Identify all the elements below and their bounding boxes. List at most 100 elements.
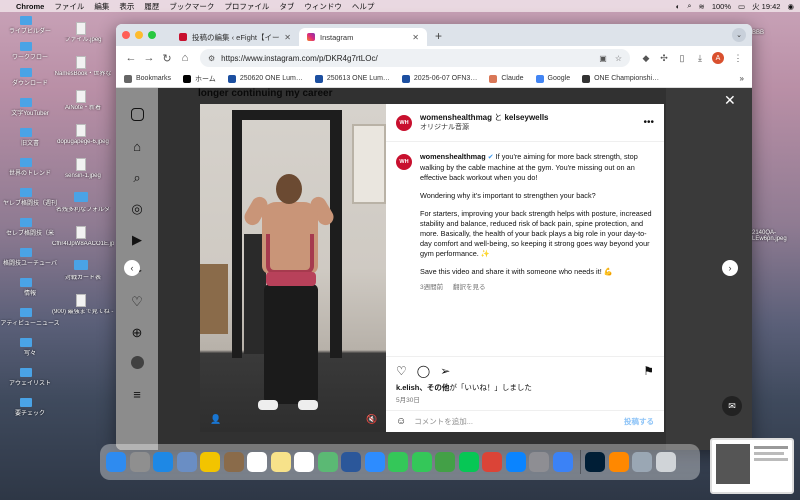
new-tab-button[interactable]: +	[435, 26, 442, 46]
author-avatar[interactable]: WH	[396, 114, 412, 131]
desktop-file[interactable]: dopugapege-6.jpeg	[52, 122, 114, 156]
messages-fab-icon[interactable]: ✉	[722, 396, 742, 416]
audio-label[interactable]: オリジナル音源	[420, 123, 549, 133]
line-icon[interactable]	[458, 452, 479, 472]
bookmark-item[interactable]: ONE Championshi…	[582, 74, 659, 83]
tab-search-icon[interactable]: ⌄	[732, 28, 746, 42]
bookmarks-overflow-icon[interactable]: »	[740, 74, 744, 83]
bookmark-item[interactable]: ホーム	[183, 74, 216, 84]
bookmark-item[interactable]: Bookmarks	[124, 74, 171, 83]
extensions-puzzle-icon[interactable]: ✣	[656, 53, 672, 64]
chrome-icon[interactable]	[200, 452, 220, 472]
emoji-icon[interactable]: ☺	[396, 416, 406, 427]
desktop-file[interactable]: BBB	[752, 30, 800, 60]
menu-history[interactable]: 履歴	[144, 1, 159, 12]
forward-icon[interactable]: →	[140, 52, 158, 64]
desktop-file[interactable]: AiNote・新着	[52, 88, 114, 122]
menu-tab[interactable]: タブ	[279, 1, 294, 12]
home-icon[interactable]: ⌂	[176, 52, 194, 64]
coauthor-username[interactable]: kelseywells	[504, 113, 548, 122]
desktop-folder[interactable]: 要チェック	[0, 396, 112, 418]
reload-icon[interactable]: ↻	[158, 52, 176, 65]
photos-app-icon[interactable]	[176, 452, 197, 472]
address-bar[interactable]: ⚙ https://www.instagram.com/p/DKR4g7rtLO…	[200, 49, 630, 67]
menu-view[interactable]: 表示	[119, 1, 134, 12]
app-store-icon[interactable]	[505, 452, 526, 472]
bookmark-item[interactable]: 250620 ONE Lum…	[227, 74, 303, 83]
finder-icon[interactable]	[106, 452, 126, 472]
bookmark-item[interactable]: 250613 ONE Lum…	[314, 74, 390, 83]
translate-link[interactable]: 翻訳を見る	[453, 284, 486, 291]
share-icon[interactable]: ➢	[440, 364, 450, 378]
search-icon[interactable]: ⌕	[687, 1, 691, 11]
launchpad-icon[interactable]	[129, 452, 150, 472]
caption-avatar[interactable]: WH	[396, 154, 412, 170]
screenshot-thumbnail[interactable]	[710, 438, 794, 494]
save-bookmark-icon[interactable]: ⚑	[643, 364, 654, 378]
desktop-file[interactable]: NamesBook・世界な	[52, 54, 114, 88]
desktop-file[interactable]: (900) 最強まで見てね - YouTube	[52, 292, 114, 326]
download-icon[interactable]: ⤓	[692, 53, 708, 64]
post-comment-button[interactable]: 投稿する	[624, 416, 654, 427]
settings-icon[interactable]	[529, 452, 549, 472]
numbers-icon[interactable]	[435, 452, 455, 472]
menu-app-name[interactable]: Chrome	[16, 2, 44, 11]
more-options-icon[interactable]: •••	[643, 117, 654, 128]
reminders-icon[interactable]	[294, 452, 314, 472]
vlc-icon[interactable]	[608, 452, 629, 472]
bookmark-item[interactable]: 2025-06-07 OFN3…	[401, 74, 477, 83]
siri-icon[interactable]: ◉	[787, 2, 794, 11]
menu-edit[interactable]: 編集	[94, 1, 109, 12]
bookmark-star-icon[interactable]: ☆	[615, 54, 622, 63]
close-modal-icon[interactable]: ✕	[724, 92, 736, 109]
cast-icon[interactable]: ▣	[599, 54, 607, 63]
close-window-button[interactable]	[122, 31, 130, 39]
mail-icon[interactable]	[552, 452, 573, 472]
calendar-icon[interactable]	[247, 452, 267, 472]
clock[interactable]: 火 19:42	[752, 1, 780, 12]
profile-avatar[interactable]: A	[712, 52, 724, 64]
battery-icon[interactable]: ▭	[738, 2, 745, 11]
chrome-2-icon[interactable]	[482, 452, 502, 472]
minimize-window-button[interactable]	[135, 31, 143, 39]
menu-help[interactable]: ヘルプ	[352, 1, 375, 12]
zoom-icon[interactable]	[364, 452, 385, 472]
menu-file[interactable]: ファイル	[54, 1, 84, 12]
menu-window[interactable]: ウィンドウ	[304, 1, 342, 12]
time-ago[interactable]: 3週間前	[420, 284, 443, 291]
next-post-icon[interactable]: ›	[722, 260, 738, 276]
close-tab-icon[interactable]: ✕	[284, 33, 291, 42]
photoshop-icon[interactable]	[585, 452, 605, 472]
desktop-file[interactable]: Cfhr4IJpW8AACO1E.jpeg	[52, 224, 114, 258]
liked-by-users[interactable]: k.elish、その他	[396, 383, 449, 392]
messages-icon[interactable]	[411, 452, 432, 472]
previous-post-icon[interactable]: ‹	[124, 260, 140, 276]
comment-icon[interactable]: ◯	[417, 364, 430, 378]
like-heart-icon[interactable]: ♡	[396, 364, 407, 378]
trash-icon[interactable]	[655, 452, 676, 472]
preview-icon[interactable]	[632, 452, 652, 472]
desktop-folder[interactable]: 写々	[0, 336, 112, 358]
notes-icon[interactable]	[270, 452, 291, 472]
back-icon[interactable]: ←	[122, 52, 140, 64]
desktop-folder[interactable]: アウェイリスト	[0, 366, 112, 388]
mute-icon[interactable]: 🔇	[366, 414, 377, 425]
post-video[interactable]: 👤 🔇	[200, 104, 386, 432]
safari-icon[interactable]	[153, 452, 173, 472]
zoom-window-button[interactable]	[148, 31, 156, 39]
caption-username[interactable]: womenshealthmag	[420, 152, 486, 161]
facetime-icon[interactable]	[388, 452, 408, 472]
menu-bookmarks[interactable]: ブックマーク	[169, 1, 214, 12]
site-info-icon[interactable]: ⚙	[208, 54, 215, 63]
chrome-menu-icon[interactable]: ⋮	[730, 53, 746, 64]
bookmark-item[interactable]: Claude	[489, 74, 524, 83]
tab-instagram[interactable]: Instagram ✕	[299, 28, 427, 46]
notes-brown-icon[interactable]	[223, 452, 244, 472]
word-icon[interactable]	[341, 452, 361, 472]
close-tab-icon[interactable]: ✕	[412, 33, 419, 42]
comment-input[interactable]: コメントを追加...	[414, 416, 624, 427]
bookmark-item[interactable]: Google	[535, 74, 570, 83]
post-date[interactable]: 5月30日	[396, 394, 420, 404]
tab-efight[interactable]: 投稿の編集 ‹ eFight【イーファイト】 ✕	[171, 28, 299, 46]
desktop-file[interactable]: sensin-1.jpeg	[52, 156, 114, 190]
